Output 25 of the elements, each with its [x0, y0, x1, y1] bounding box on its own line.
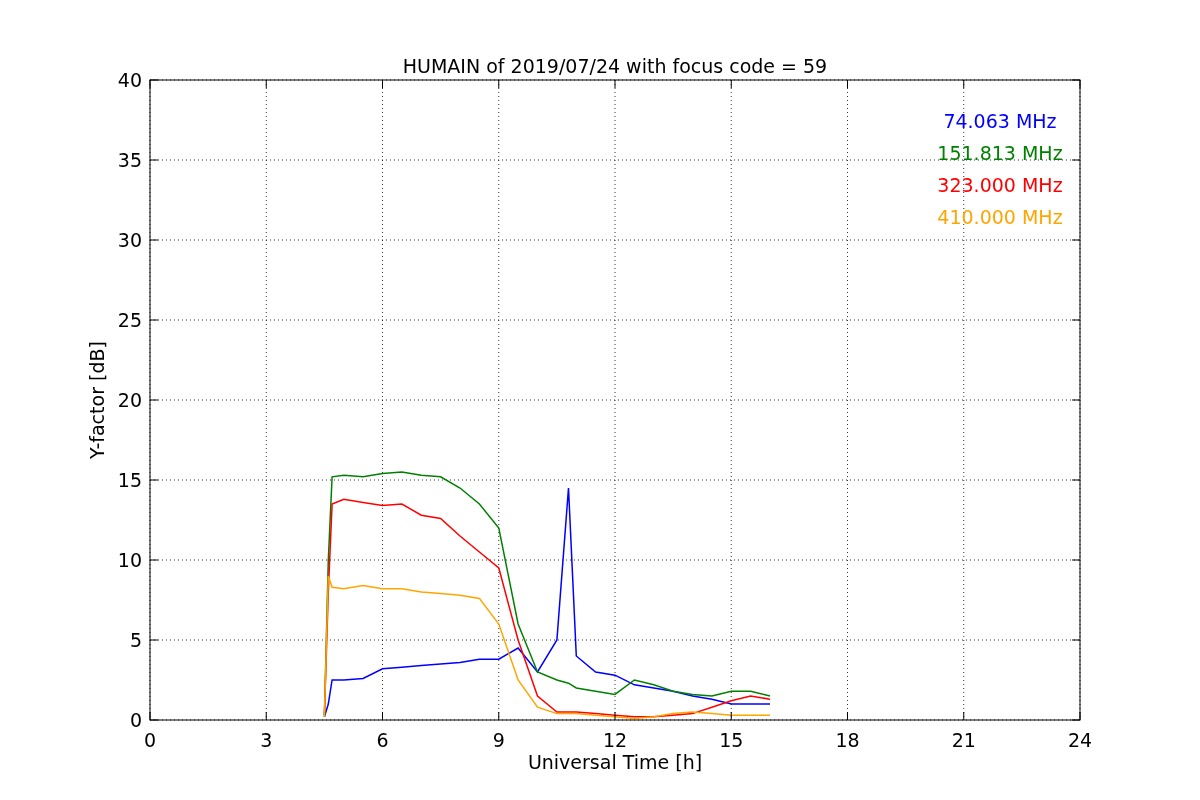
x-tick-label: 9: [492, 729, 505, 751]
x-axis-title: Universal Time [h]: [527, 751, 703, 773]
legend-label: 410.000 MHz: [937, 206, 1063, 228]
y-tick-label: 15: [117, 469, 142, 491]
y-tick-label: 5: [129, 629, 142, 651]
x-tick-label: 15: [719, 729, 744, 751]
y-tick-label: 40: [117, 69, 142, 91]
x-tick-label: 12: [602, 729, 628, 751]
legend-label: 323.000 MHz: [937, 174, 1063, 196]
x-tick-label: 21: [951, 729, 976, 751]
y-tick-label: 10: [117, 549, 142, 571]
y-axis-title: Y-factor [dB]: [86, 341, 108, 459]
legend-label: 74.063 MHz: [943, 110, 1057, 132]
chart-title: HUMAIN of 2019/07/24 with focus code = 59: [402, 55, 828, 77]
x-tick-label: 6: [376, 729, 389, 751]
x-tick-label: 24: [1067, 729, 1093, 751]
y-tick-label: 35: [117, 149, 142, 171]
legend-label: 151.813 MHz: [937, 142, 1063, 164]
x-tick-label: 18: [835, 729, 860, 751]
y-tick-label: 25: [117, 309, 142, 331]
y-tick-label: 0: [129, 709, 142, 731]
x-tick-label: 0: [143, 729, 157, 751]
y-tick-label: 30: [117, 229, 142, 251]
x-tick-label: 3: [260, 729, 273, 751]
y-tick-label: 20: [117, 389, 142, 411]
